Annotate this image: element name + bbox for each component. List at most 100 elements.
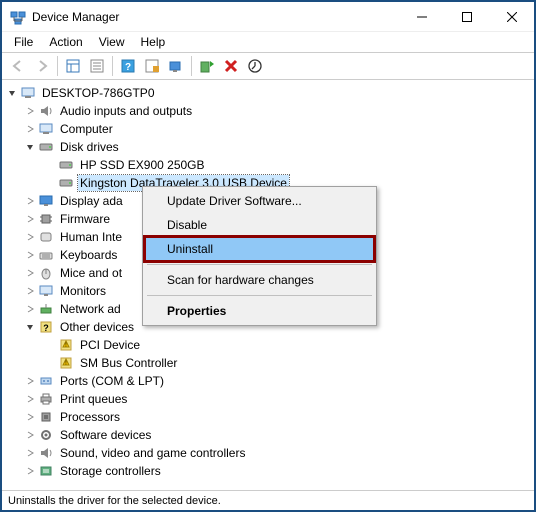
disk-icon	[58, 157, 74, 173]
tree-label: Human Inte	[58, 229, 124, 245]
tree-label: Ports (COM & LPT)	[58, 373, 166, 389]
tree-label: Display ada	[58, 193, 125, 209]
controller-icon	[38, 463, 54, 479]
tree-label: Audio inputs and outputs	[58, 103, 194, 119]
status-bar: Uninstalls the driver for the selected d…	[2, 490, 534, 510]
chevron-down-icon[interactable]	[6, 87, 18, 99]
chevron-right-icon[interactable]	[24, 447, 36, 459]
scan-button[interactable]	[164, 54, 188, 78]
tree-item-processors[interactable]: Processors	[4, 408, 532, 426]
tree-label: Disk drives	[58, 139, 121, 155]
ctx-separator	[147, 295, 372, 296]
tree-item-sound[interactable]: Sound, video and game controllers	[4, 444, 532, 462]
monitor-icon	[38, 283, 54, 299]
gear-icon	[38, 427, 54, 443]
chevron-right-icon[interactable]	[24, 231, 36, 243]
keyboard-icon	[38, 247, 54, 263]
window-title: Device Manager	[32, 10, 399, 24]
app-icon	[10, 9, 26, 25]
computer-icon	[38, 121, 54, 137]
uninstall-button[interactable]	[219, 54, 243, 78]
ctx-disable[interactable]: Disable	[145, 213, 374, 237]
tree-label: Firmware	[58, 211, 112, 227]
unknown-icon: ?	[38, 319, 54, 335]
ctx-uninstall[interactable]: Uninstall	[145, 237, 374, 261]
menu-action[interactable]: Action	[41, 33, 90, 51]
tree-label: HP SSD EX900 250GB	[78, 157, 207, 173]
tree-label: PCI Device	[78, 337, 142, 353]
tree-label: Print queues	[58, 391, 129, 407]
enable-button[interactable]	[195, 54, 219, 78]
tree-label: DESKTOP-786GTP0	[40, 85, 157, 101]
ctx-update-driver[interactable]: Update Driver Software...	[145, 189, 374, 213]
tree-label: Keyboards	[58, 247, 119, 263]
forward-button[interactable]	[30, 54, 54, 78]
properties-button[interactable]	[85, 54, 109, 78]
computer-icon	[20, 85, 36, 101]
menu-file[interactable]: File	[6, 33, 41, 51]
tree-item-disk[interactable]: Disk drives	[4, 138, 532, 156]
chevron-right-icon[interactable]	[24, 123, 36, 135]
back-button[interactable]	[6, 54, 30, 78]
tree-label: SM Bus Controller	[78, 355, 179, 371]
svg-text:?: ?	[43, 323, 49, 333]
chevron-right-icon[interactable]	[24, 249, 36, 261]
speaker-icon	[38, 103, 54, 119]
action-button[interactable]	[140, 54, 164, 78]
update-button[interactable]	[243, 54, 267, 78]
device-tree[interactable]: DESKTOP-786GTP0 Audio inputs and outputs…	[2, 80, 534, 490]
help-button[interactable]: ?	[116, 54, 140, 78]
chevron-down-icon[interactable]	[24, 141, 36, 153]
disk-icon	[38, 139, 54, 155]
menu-bar: File Action View Help	[2, 32, 534, 52]
svg-text:?: ?	[125, 62, 131, 73]
tree-label: Software devices	[58, 427, 153, 443]
show-hide-button[interactable]	[61, 54, 85, 78]
chevron-right-icon[interactable]	[24, 429, 36, 441]
context-menu: Update Driver Software... Disable Uninst…	[142, 186, 377, 326]
tree-item-computer[interactable]: Computer	[4, 120, 532, 138]
tree-label: Other devices	[58, 319, 136, 335]
tree-item-pci[interactable]: ! PCI Device	[4, 336, 532, 354]
chevron-right-icon[interactable]	[24, 213, 36, 225]
chevron-down-icon[interactable]	[24, 321, 36, 333]
menu-help[interactable]: Help	[133, 33, 174, 51]
tree-item-storage[interactable]: Storage controllers	[4, 462, 532, 480]
toolbar: ?	[2, 52, 534, 80]
tree-item-software[interactable]: Software devices	[4, 426, 532, 444]
warning-icon: !	[58, 355, 74, 371]
tree-item-print[interactable]: Print queues	[4, 390, 532, 408]
chevron-right-icon[interactable]	[24, 465, 36, 477]
warning-icon: !	[58, 337, 74, 353]
chevron-right-icon[interactable]	[24, 411, 36, 423]
tree-label: Network ad	[58, 301, 123, 317]
tree-item-audio[interactable]: Audio inputs and outputs	[4, 102, 532, 120]
chevron-right-icon[interactable]	[24, 303, 36, 315]
tree-item-sm[interactable]: ! SM Bus Controller	[4, 354, 532, 372]
port-icon	[38, 373, 54, 389]
minimize-button[interactable]	[399, 2, 444, 32]
tree-root[interactable]: DESKTOP-786GTP0	[4, 84, 532, 102]
content-area: DESKTOP-786GTP0 Audio inputs and outputs…	[2, 80, 534, 490]
tree-label: Processors	[58, 409, 122, 425]
mouse-icon	[38, 265, 54, 281]
chevron-right-icon[interactable]	[24, 195, 36, 207]
chevron-right-icon[interactable]	[24, 393, 36, 405]
status-text: Uninstalls the driver for the selected d…	[8, 495, 221, 507]
chevron-right-icon[interactable]	[24, 375, 36, 387]
maximize-button[interactable]	[444, 2, 489, 32]
tree-label: Mice and ot	[58, 265, 124, 281]
ctx-scan[interactable]: Scan for hardware changes	[145, 268, 374, 292]
chevron-right-icon[interactable]	[24, 267, 36, 279]
disk-icon	[58, 175, 74, 191]
tree-item-disk-hp[interactable]: HP SSD EX900 250GB	[4, 156, 532, 174]
printer-icon	[38, 391, 54, 407]
tree-item-ports[interactable]: Ports (COM & LPT)	[4, 372, 532, 390]
menu-view[interactable]: View	[91, 33, 133, 51]
tree-label: Storage controllers	[58, 463, 163, 479]
chevron-right-icon[interactable]	[24, 105, 36, 117]
display-icon	[38, 193, 54, 209]
chevron-right-icon[interactable]	[24, 285, 36, 297]
close-button[interactable]	[489, 2, 534, 32]
ctx-properties[interactable]: Properties	[145, 299, 374, 323]
